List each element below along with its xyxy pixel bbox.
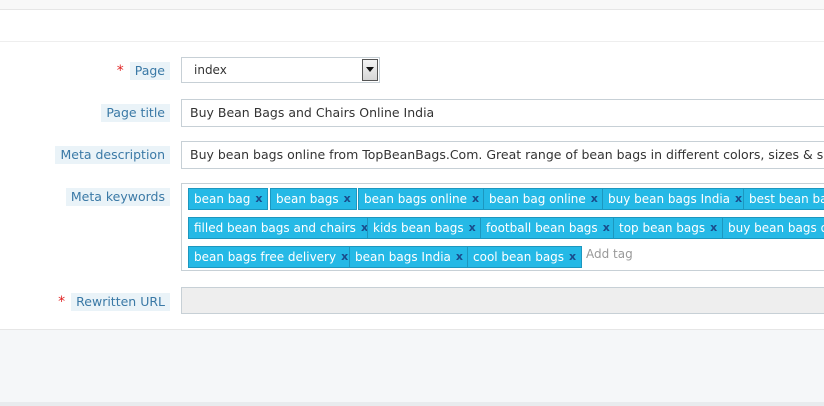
tag-label: bean bags free delivery xyxy=(194,250,337,264)
keyword-tag[interactable]: filled bean bags and chairs x xyxy=(188,217,375,239)
keyword-tag[interactable]: bean bags free delivery x xyxy=(188,246,355,268)
tag-label: buy bean bags online xyxy=(728,221,824,235)
remove-tag-icon[interactable]: x xyxy=(469,218,476,238)
remove-tag-icon[interactable]: x xyxy=(710,218,717,238)
rewritten-url-label-wrap: * Rewritten URL xyxy=(58,293,170,311)
page-select[interactable]: index xyxy=(181,57,380,83)
rewritten-url-input[interactable] xyxy=(181,287,824,314)
remove-tag-icon[interactable]: x xyxy=(344,189,351,209)
panel-footer xyxy=(0,330,824,406)
required-marker: * xyxy=(58,294,66,310)
meta-keywords-tag-input[interactable]: bean bag x bean bags x bean bags online x b… xyxy=(181,183,824,271)
keyword-tag[interactable]: best bean bagsx xyxy=(743,188,824,210)
page-label-wrap: * Page xyxy=(117,62,170,80)
tag-label: bean bags xyxy=(276,192,339,206)
remove-tag-icon[interactable]: x xyxy=(456,247,463,267)
keyword-tag[interactable]: football bean bags x xyxy=(480,217,616,239)
tag-label: best bean bags xyxy=(749,192,824,206)
dropdown-arrow-icon[interactable] xyxy=(362,59,378,81)
keyword-tag[interactable]: top bean bags x xyxy=(613,217,724,239)
rewritten-url-label: Rewritten URL xyxy=(71,293,170,311)
chevron-down-icon xyxy=(366,67,374,72)
tag-label: football bean bags xyxy=(486,221,598,235)
keyword-tag[interactable]: bean bag online x xyxy=(483,188,604,210)
keyword-tag[interactable]: bean bags India x xyxy=(349,246,469,268)
add-tag-input[interactable]: Add tag xyxy=(586,247,633,261)
keyword-tag[interactable]: bean bags online x xyxy=(358,188,486,210)
panel-footer-edge xyxy=(0,402,824,406)
meta-keywords-label-wrap: Meta keywords xyxy=(65,188,170,206)
remove-tag-icon[interactable]: x xyxy=(603,218,610,238)
keyword-tag[interactable]: kids bean bags x xyxy=(367,217,482,239)
remove-tag-icon[interactable]: x xyxy=(341,247,348,267)
page-title-label-wrap: Page title xyxy=(101,104,170,122)
page-title-input[interactable]: Buy Bean Bags and Chairs Online India xyxy=(181,99,824,127)
keyword-tag[interactable]: cool bean bags x xyxy=(467,246,583,268)
meta-description-input[interactable]: Buy bean bags online from TopBeanBags.Co… xyxy=(181,141,824,169)
tag-label: buy bean bags India xyxy=(608,192,731,206)
tag-label: kids bean bags xyxy=(373,221,464,235)
keyword-tag[interactable]: bean bag x xyxy=(188,188,269,210)
divider xyxy=(0,41,824,42)
tag-label: bean bags India xyxy=(355,250,451,264)
remove-tag-icon[interactable]: x xyxy=(255,189,262,209)
tag-label: bean bag xyxy=(194,192,251,206)
keyword-tag[interactable]: buy bean bags India x xyxy=(602,188,749,210)
remove-tag-icon[interactable]: x xyxy=(735,189,742,209)
tag-label: top bean bags xyxy=(619,221,706,235)
meta-description-label: Meta description xyxy=(55,146,170,164)
page-label: Page xyxy=(129,62,170,80)
page-title-label: Page title xyxy=(101,104,170,122)
remove-tag-icon[interactable]: x xyxy=(591,189,598,209)
keyword-tag[interactable]: buy bean bags onlinex xyxy=(722,217,824,239)
tag-label: filled bean bags and chairs xyxy=(194,221,356,235)
remove-tag-icon[interactable]: x xyxy=(472,189,479,209)
meta-description-label-wrap: Meta description xyxy=(55,146,170,164)
tag-label: bean bag online xyxy=(489,192,586,206)
top-toolbar-strip xyxy=(0,0,824,10)
meta-keywords-label: Meta keywords xyxy=(65,188,170,206)
remove-tag-icon[interactable]: x xyxy=(569,247,576,267)
page-select-value: index xyxy=(194,63,227,77)
keyword-tag[interactable]: bean bags x xyxy=(270,188,357,210)
required-marker: * xyxy=(116,63,124,79)
tag-label: cool bean bags xyxy=(473,250,565,264)
tag-label: bean bags online xyxy=(364,192,468,206)
